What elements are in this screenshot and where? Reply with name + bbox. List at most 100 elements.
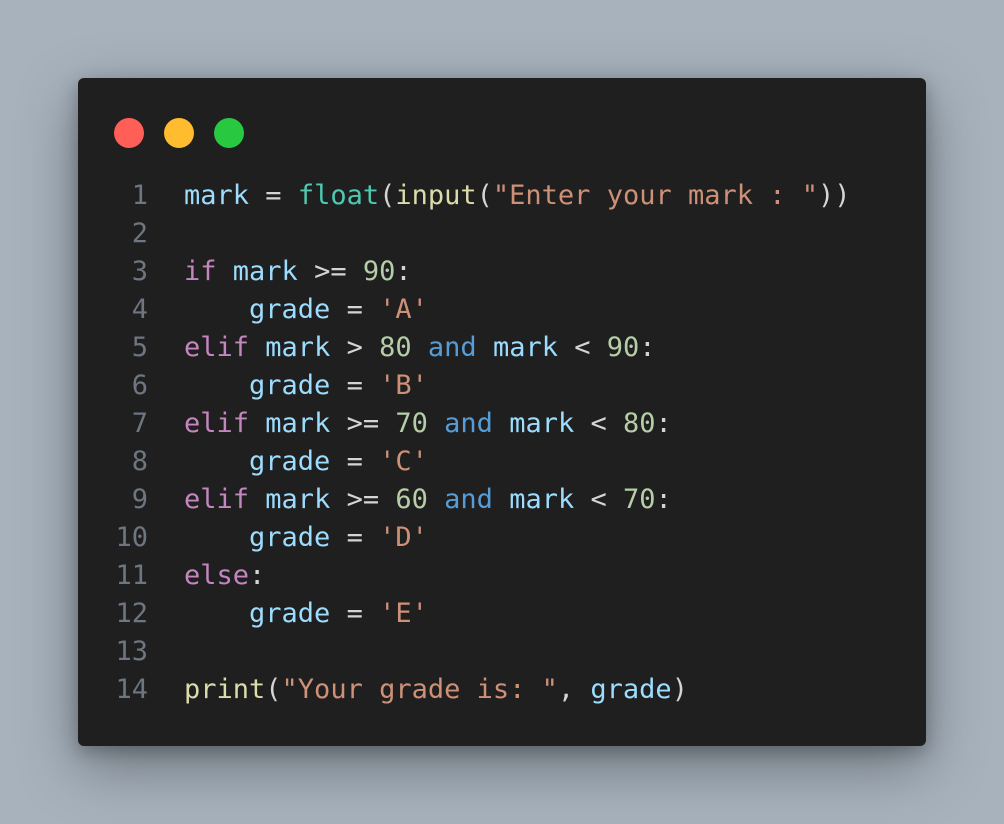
code-token: = <box>249 180 298 211</box>
line-number: 7 <box>131 408 148 439</box>
code-token: = <box>330 522 380 553</box>
code-token: and <box>444 408 493 439</box>
code-token: : <box>249 560 266 591</box>
code-token: if <box>184 256 217 287</box>
minimize-window-icon[interactable] <box>164 118 194 148</box>
code-token: ) <box>671 674 688 705</box>
code-token: mark <box>492 332 558 363</box>
line-number: 10 <box>115 522 148 553</box>
code-line: 13 <box>98 633 898 671</box>
code-token: < <box>574 484 623 515</box>
code-token: and <box>427 332 477 363</box>
code-line: 1 mark = float(input("Enter your mark : "… <box>98 177 898 215</box>
code-line: 14 print("Your grade is: ", grade) <box>98 671 898 709</box>
code-text: grade = 'D' <box>184 519 428 557</box>
code-token: 60 <box>395 484 428 515</box>
code-text: mark = float(input("Enter your mark : ")… <box>184 177 851 215</box>
code-token: < <box>557 332 607 363</box>
code-line: 12 grade = 'E' <box>98 595 898 633</box>
line-number: 14 <box>115 674 148 705</box>
line-number: 2 <box>131 218 148 249</box>
code-block: 1 mark = float(input("Enter your mark : "… <box>98 177 898 709</box>
code-token: mark <box>509 408 575 439</box>
code-text: elif mark > 80 and mark < 90: <box>184 329 656 367</box>
code-token: "Your grade is: " <box>281 674 558 705</box>
code-text: print("Your grade is: ", grade) <box>184 671 688 709</box>
code-text: elif mark >= 70 and mark < 80: <box>184 405 672 443</box>
line-number: 4 <box>131 294 148 325</box>
code-token: elif <box>184 332 250 363</box>
code-token: mark <box>184 180 250 211</box>
code-token: 90 <box>606 332 640 363</box>
code-token: grade <box>249 446 331 477</box>
code-token: grade <box>249 370 331 401</box>
code-token: input <box>395 180 477 211</box>
code-token: grade <box>249 294 331 325</box>
code-token: )) <box>818 180 851 211</box>
code-token: = <box>330 446 380 477</box>
code-token: 90 <box>362 256 396 287</box>
code-line: 10 grade = 'D' <box>98 519 898 557</box>
code-token: grade <box>249 598 331 629</box>
code-text: grade = 'A' <box>184 291 428 329</box>
code-token: elif <box>184 484 250 515</box>
code-token: : <box>655 484 672 515</box>
code-token: >= <box>297 256 363 287</box>
code-token: mark <box>265 408 331 439</box>
code-token: : <box>655 408 672 439</box>
code-token: : <box>395 256 412 287</box>
code-token: float <box>297 180 380 211</box>
code-line: 3 if mark >= 90: <box>98 253 898 291</box>
code-text: grade = 'C' <box>184 443 428 481</box>
code-token: elif <box>184 408 250 439</box>
code-token: and <box>444 484 493 515</box>
code-text: grade = 'B' <box>184 367 428 405</box>
code-token: ( <box>265 674 282 705</box>
code-window: 1 mark = float(input("Enter your mark : "… <box>78 78 926 746</box>
close-window-icon[interactable] <box>114 118 144 148</box>
code-token: grade <box>249 522 331 553</box>
code-token: 70 <box>395 408 428 439</box>
code-token: mark <box>265 332 331 363</box>
code-token: mark <box>232 256 298 287</box>
line-number: 3 <box>131 256 148 287</box>
line-number: 12 <box>115 598 148 629</box>
code-text: grade = 'E' <box>184 595 428 633</box>
code-token: 80 <box>379 332 412 363</box>
code-text: if mark >= 90: <box>184 253 412 291</box>
code-line: 2 <box>98 215 898 253</box>
code-text: else: <box>184 557 265 595</box>
line-number: 1 <box>131 180 148 211</box>
code-line: 6 grade = 'B' <box>98 367 898 405</box>
code-line: 11 else: <box>98 557 898 595</box>
code-line: 7 elif mark >= 70 and mark < 80: <box>98 405 898 443</box>
maximize-window-icon[interactable] <box>214 118 244 148</box>
line-number: 5 <box>131 332 148 363</box>
code-token: mark <box>509 484 575 515</box>
code-line: 4 grade = 'A' <box>98 291 898 329</box>
code-line: 9 elif mark >= 60 and mark < 70: <box>98 481 898 519</box>
code-token: 'D' <box>379 522 428 553</box>
line-number: 9 <box>131 484 148 515</box>
line-number: 8 <box>131 446 148 477</box>
code-token: 'A' <box>379 294 428 325</box>
code-token: ( <box>476 180 493 211</box>
code-token: >= <box>330 408 396 439</box>
code-line: 5 elif mark > 80 and mark < 90: <box>98 329 898 367</box>
code-token: ( <box>379 180 396 211</box>
code-token: 'B' <box>379 370 428 401</box>
